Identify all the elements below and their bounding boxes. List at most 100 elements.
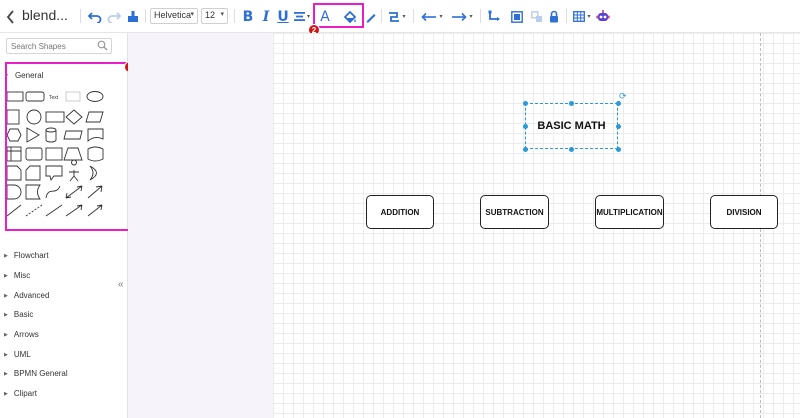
- toolbar-divider: [145, 9, 146, 23]
- category-flowchart[interactable]: ▶ Flowchart: [4, 251, 49, 260]
- bold-button[interactable]: B: [240, 0, 256, 33]
- toolbar-divider: [413, 9, 414, 23]
- caret-down-icon: ▾: [220, 11, 224, 18]
- node-label: ADDITION: [380, 207, 420, 217]
- font-size-value: 12: [205, 10, 216, 20]
- category-uml[interactable]: ▶ UML: [4, 350, 31, 359]
- paint-brush-icon: [128, 11, 138, 22]
- group-button[interactable]: [509, 0, 525, 33]
- waypoint-icon: [488, 10, 500, 21]
- caret-down-icon: ▾: [587, 14, 591, 20]
- resize-handle[interactable]: [569, 147, 574, 152]
- caret-right-icon: ▶: [4, 351, 8, 358]
- category-label: UML: [13, 350, 31, 359]
- redo-button[interactable]: [105, 0, 123, 33]
- node-label: BASIC MATH: [537, 120, 606, 132]
- shape-library-sidebar: ▼ General: [0, 33, 136, 418]
- pen-icon: [366, 13, 376, 22]
- app-window: blend... Helvetica ▾ 12 ▾ B I U ▾ A 2 ▾ …: [0, 0, 800, 418]
- category-misc[interactable]: ▶ Misc: [4, 271, 30, 280]
- table-icon: [573, 11, 586, 22]
- resize-handle[interactable]: [616, 124, 621, 129]
- caret-down-icon: ▾: [306, 14, 310, 20]
- ungroup-button[interactable]: [529, 0, 545, 33]
- lock-icon: [550, 10, 558, 23]
- node-subtraction[interactable]: SUBTRACTION: [480, 195, 549, 229]
- resize-handle[interactable]: [616, 147, 621, 152]
- category-label: Flowchart: [13, 251, 49, 260]
- caret-down-icon: ▾: [439, 14, 443, 20]
- category-bpmn-general[interactable]: ▶ BPMN General: [4, 369, 68, 378]
- collapse-sidebar-button[interactable]: «: [118, 279, 124, 290]
- category-label: Advanced: [13, 291, 50, 300]
- resize-handle[interactable]: [523, 124, 528, 129]
- font-family-value: Helvetica: [154, 10, 192, 20]
- search-icon: [97, 40, 108, 51]
- node-multiplication[interactable]: MULTIPLICATION: [595, 195, 664, 229]
- line-start-button[interactable]: ▾: [418, 0, 446, 33]
- toolbar-highlight: [313, 3, 364, 28]
- line-end-button[interactable]: ▾: [448, 0, 476, 33]
- caret-down-icon: ▾: [190, 11, 194, 18]
- format-painter-button[interactable]: [124, 0, 142, 33]
- chevron-left-icon: [6, 9, 14, 24]
- waypoints-button[interactable]: [486, 0, 502, 33]
- ungroup-icon: [531, 10, 542, 22]
- caret-right-icon: ▶: [4, 272, 8, 279]
- toolbar-divider: [234, 9, 235, 23]
- toolbar-divider: [480, 9, 481, 23]
- group-icon: [511, 10, 523, 23]
- category-label: Basic: [13, 310, 34, 319]
- caret-right-icon: ▶: [4, 252, 8, 259]
- node-label: SUBTRACTION: [485, 207, 544, 217]
- category-clipart[interactable]: ▶ Clipart: [4, 389, 37, 398]
- caret-right-icon: ▶: [4, 370, 8, 377]
- category-label: Arrows: [13, 330, 39, 339]
- connector-style-button[interactable]: ▾: [386, 0, 408, 33]
- document-title[interactable]: blend...: [22, 7, 68, 23]
- caret-right-icon: ▶: [4, 311, 8, 318]
- category-basic[interactable]: ▶ Basic: [4, 310, 33, 319]
- category-label: Misc: [13, 271, 31, 280]
- caret-down-icon: ▾: [402, 14, 406, 20]
- font-family-select[interactable]: Helvetica ▾: [150, 8, 198, 24]
- category-arrows[interactable]: ▶ Arrows: [4, 330, 39, 339]
- caret-right-icon: ▶: [4, 390, 8, 397]
- caret-right-icon: ▶: [4, 292, 8, 299]
- resize-handle[interactable]: [523, 147, 528, 152]
- robot-icon: [596, 10, 610, 21]
- category-advanced[interactable]: ▶ Advanced: [4, 291, 49, 300]
- category-label: Clipart: [13, 389, 37, 398]
- arrow-left-icon: [421, 12, 437, 21]
- resize-handle[interactable]: [523, 101, 528, 106]
- toolbar-divider: [381, 9, 382, 23]
- undo-button[interactable]: [86, 0, 104, 33]
- caret-right-icon: ▶: [4, 331, 8, 338]
- toolbar-divider: [566, 9, 567, 23]
- ai-assistant-button[interactable]: [595, 0, 611, 33]
- lock-button[interactable]: [546, 0, 562, 33]
- node-addition[interactable]: ADDITION: [366, 195, 434, 229]
- align-icon: [293, 12, 305, 21]
- category-label: BPMN General: [13, 369, 68, 378]
- redo-icon: [107, 11, 121, 23]
- arrow-right-icon: [452, 12, 468, 21]
- toolbar-divider: [80, 9, 81, 23]
- italic-button[interactable]: I: [258, 0, 274, 33]
- toolbar: blend... Helvetica ▾ 12 ▾ B I U ▾ A 2 ▾ …: [0, 0, 800, 36]
- table-button[interactable]: ▾: [571, 0, 593, 33]
- node-division[interactable]: DIVISION: [710, 195, 778, 229]
- rotate-icon[interactable]: ⟳: [619, 91, 627, 102]
- underline-button[interactable]: U: [275, 0, 291, 33]
- font-size-select[interactable]: 12 ▾: [201, 8, 228, 24]
- line-color-button[interactable]: [364, 0, 378, 33]
- node-basic-math[interactable]: BASIC MATH: [525, 103, 618, 149]
- general-highlight: [5, 62, 130, 231]
- canvas-margin: [128, 33, 273, 418]
- connector-icon: [389, 11, 400, 22]
- node-label: MULTIPLICATION: [596, 207, 663, 217]
- undo-icon: [88, 11, 102, 23]
- resize-handle[interactable]: [569, 101, 574, 106]
- back-button[interactable]: [2, 0, 20, 33]
- node-label: DIVISION: [726, 207, 762, 217]
